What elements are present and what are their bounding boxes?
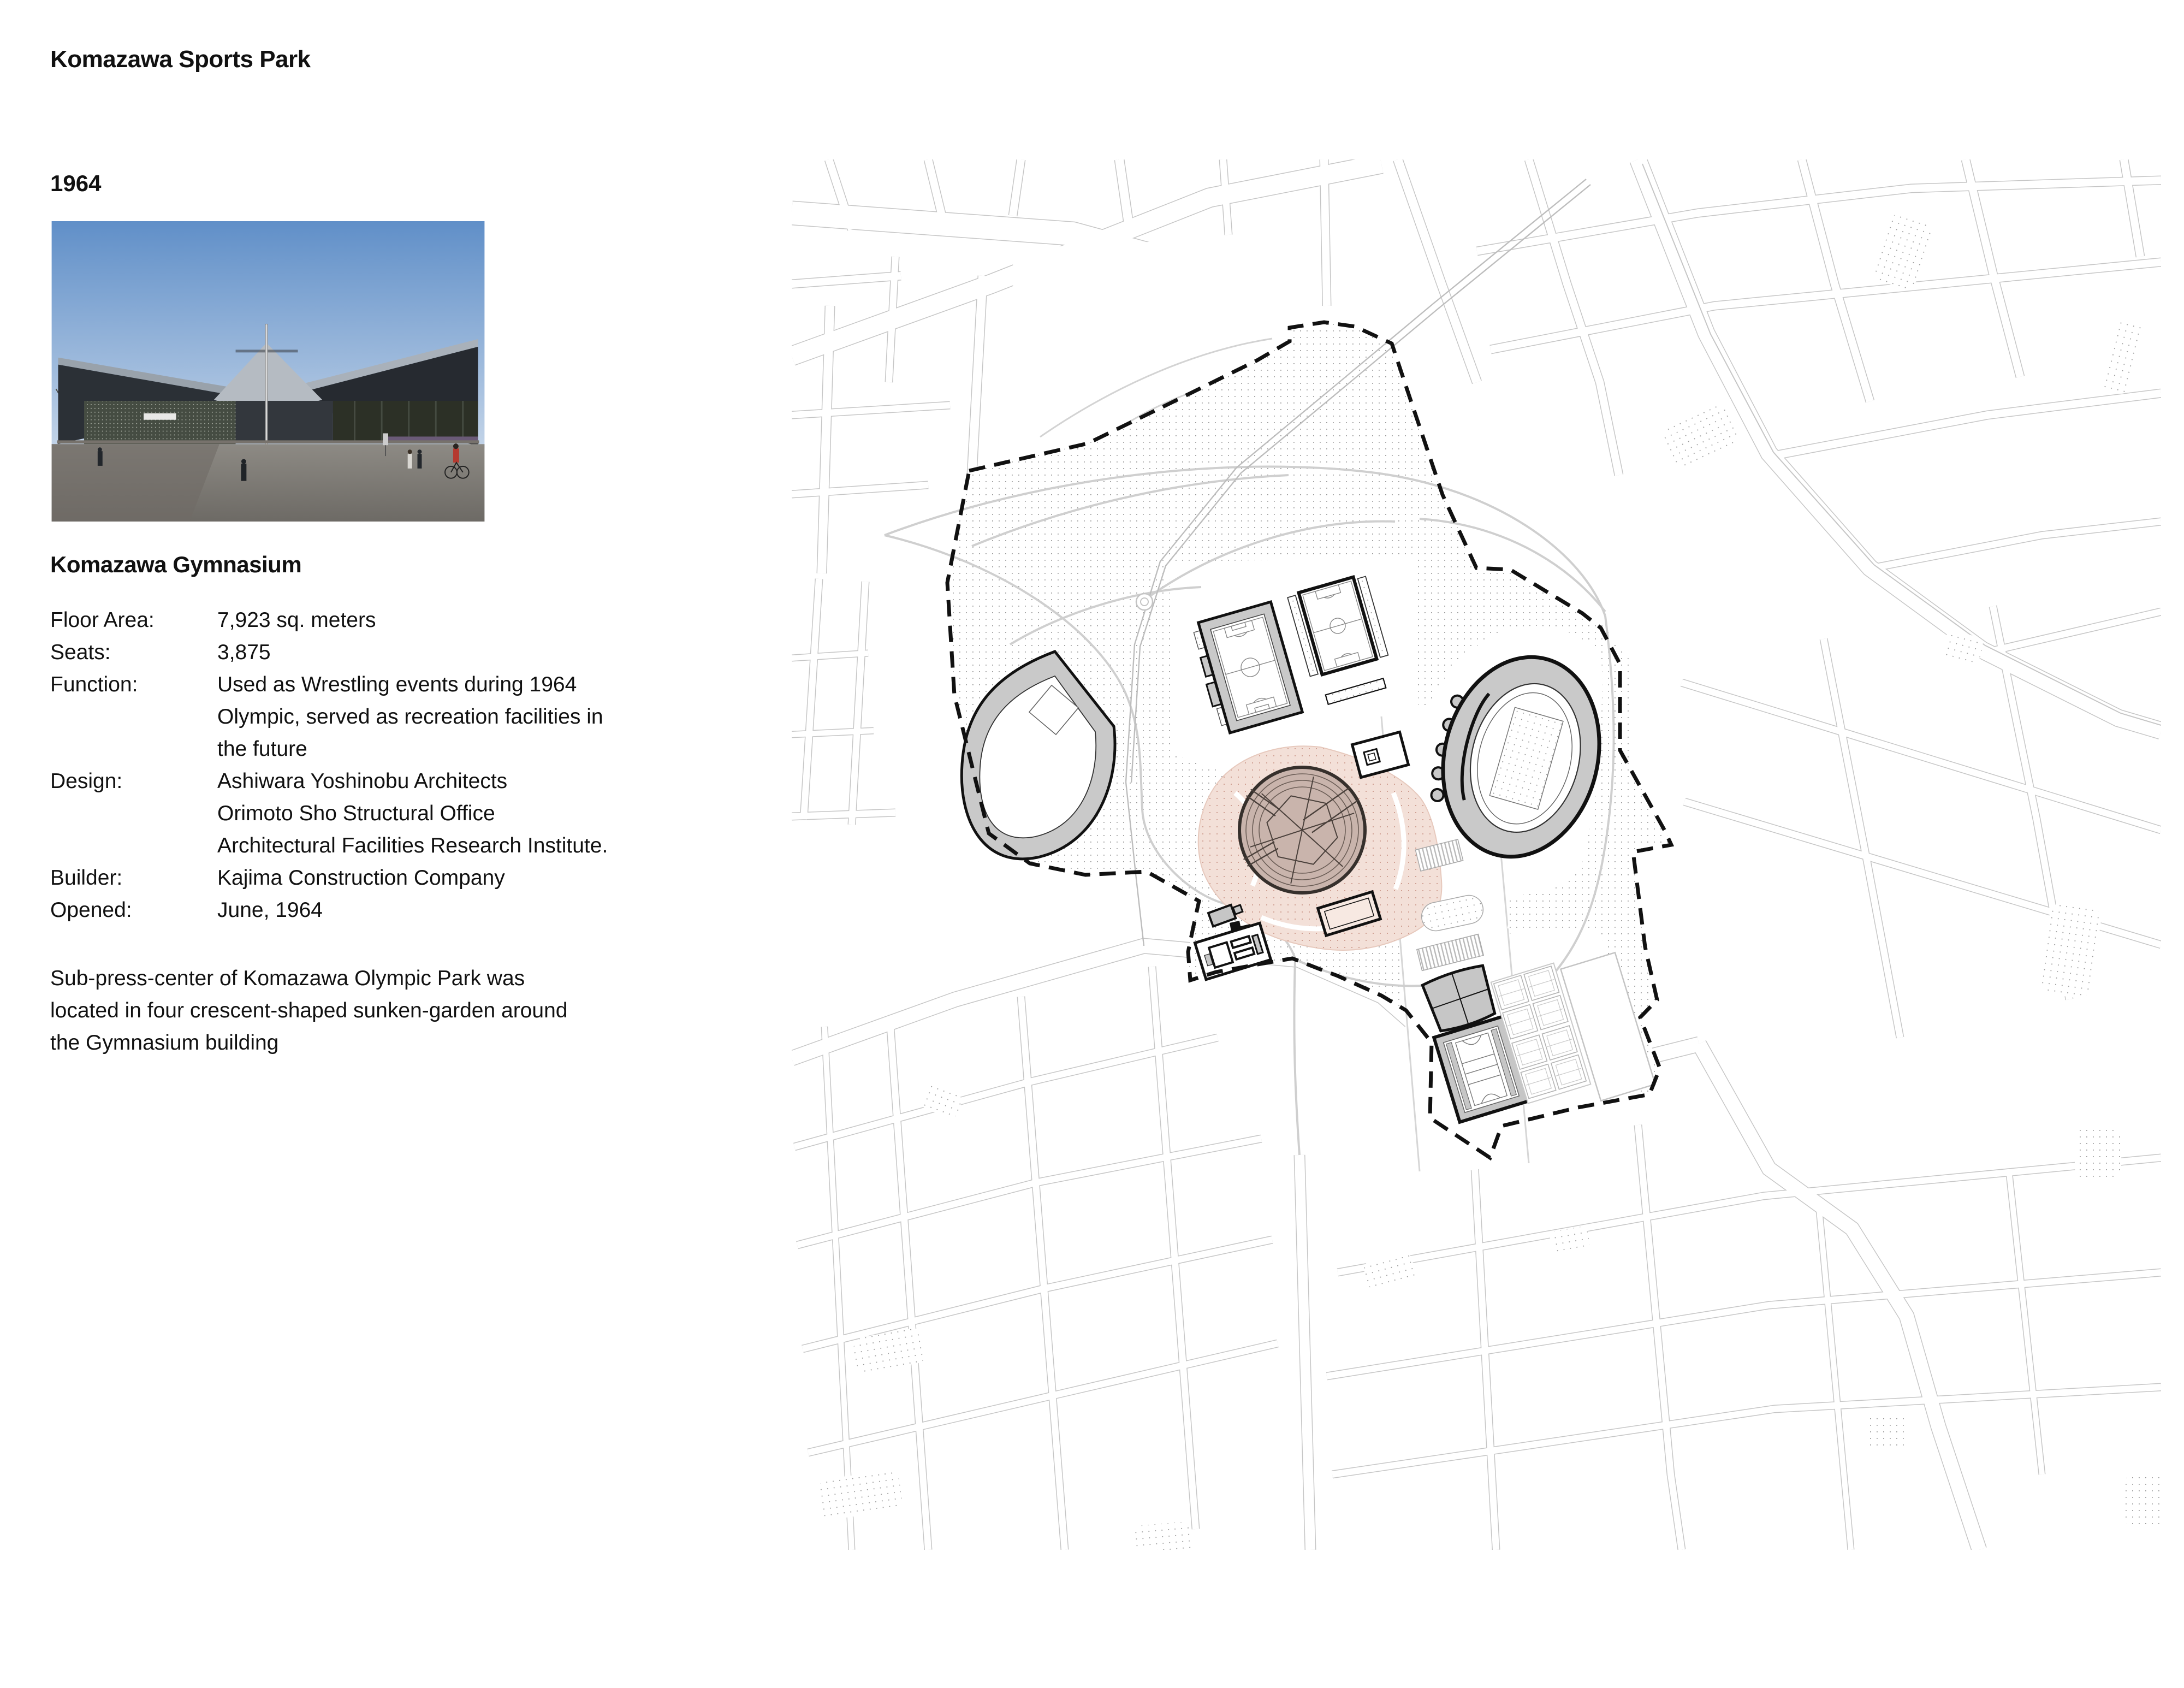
note-line: the Gymnasium building (50, 1027, 567, 1059)
spec-row-builder: Builder: Kajima Construction Company (50, 862, 608, 894)
year-label: 1964 (50, 170, 101, 197)
spec-value: Orimoto Sho Structural Office (217, 797, 608, 830)
spec-value: Used as Wrestling events during 1964 (217, 668, 603, 701)
gymnasium-photo (50, 221, 486, 522)
spec-row-floor-area: Floor Area: 7,923 sq. meters (50, 604, 608, 636)
spec-label: Opened: (50, 894, 217, 926)
page-title: Komazawa Sports Park (50, 46, 311, 73)
note-line: located in four crescent-shaped sunken-g… (50, 994, 567, 1027)
spec-label: Seats: (50, 636, 217, 668)
gymnasium-heading: Komazawa Gymnasium (50, 552, 301, 578)
spec-value: 3,875 (217, 636, 271, 668)
roundabout (1136, 594, 1153, 610)
spec-value: Architectural Facilities Research Instit… (217, 830, 608, 862)
spec-label: Design: (50, 765, 217, 862)
spec-value: 7,923 sq. meters (217, 604, 376, 636)
spec-label: Function: (50, 668, 217, 765)
gymnasium-photo-illustration (50, 221, 486, 522)
spec-row-seats: Seats: 3,875 (50, 636, 608, 668)
spec-row-opened: Opened: June, 1964 (50, 894, 608, 926)
spec-value: Olympic, served as recreation facilities… (217, 701, 603, 733)
spec-value: Ashiwara Yoshinobu Architects (217, 765, 608, 797)
spec-row-design: Design: Ashiwara Yoshinobu Architects Or… (50, 765, 608, 862)
site-plan-map (792, 159, 2161, 1550)
spec-value: Kajima Construction Company (217, 862, 505, 894)
spec-row-function: Function: Used as Wrestling events durin… (50, 668, 608, 765)
spec-table: Floor Area: 7,923 sq. meters Seats: 3,87… (50, 604, 608, 926)
page: { "page": { "title": "Komazawa Sports Pa… (0, 0, 2184, 1688)
spec-value: the future (217, 733, 603, 765)
spec-label: Builder: (50, 862, 217, 894)
note-line: Sub-press-center of Komazawa Olympic Par… (50, 962, 567, 994)
site-plan-svg (792, 159, 2161, 1550)
note-paragraph: Sub-press-center of Komazawa Olympic Par… (50, 962, 567, 1059)
spec-label: Floor Area: (50, 604, 217, 636)
spec-value: June, 1964 (217, 894, 323, 926)
